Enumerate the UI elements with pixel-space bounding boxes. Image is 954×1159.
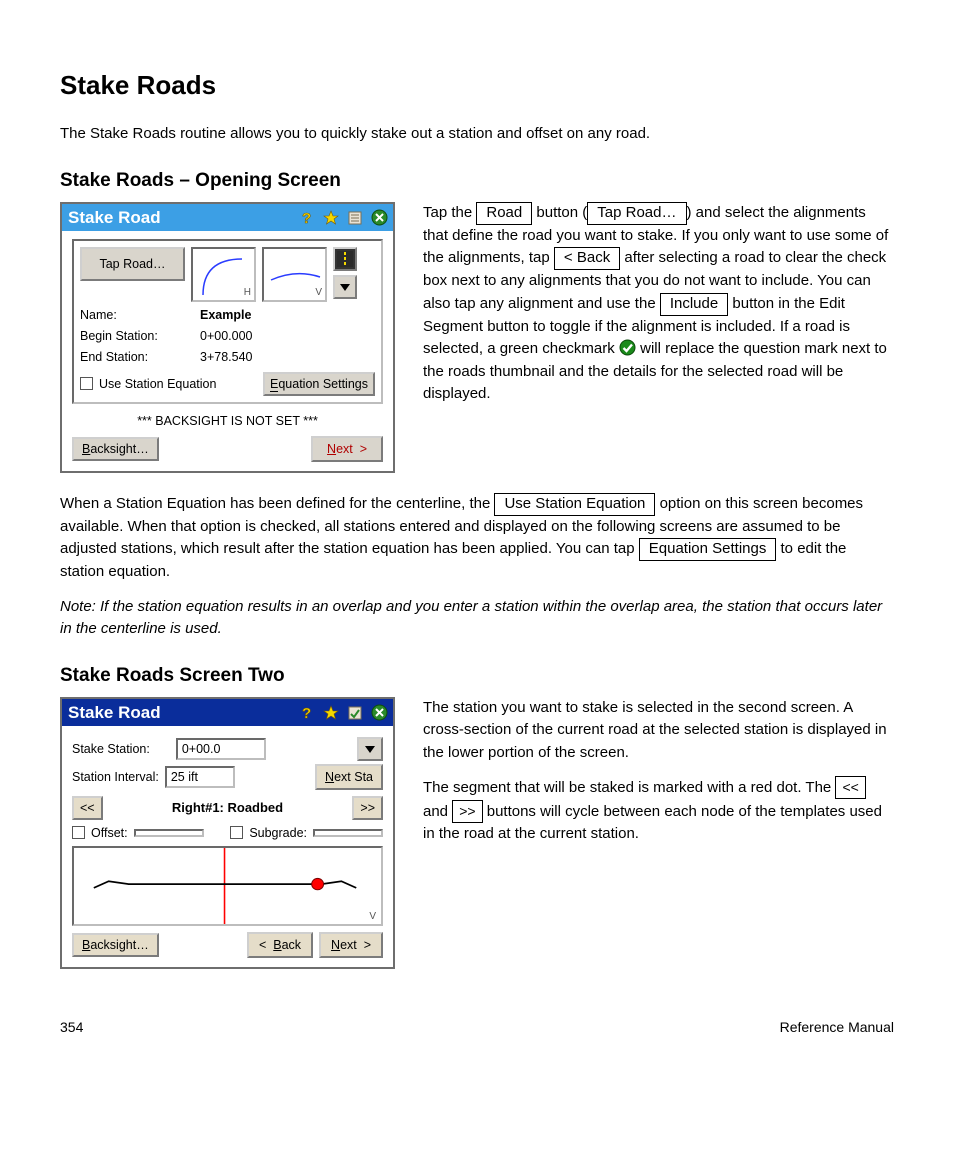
station-interval-label: Station Interval:: [72, 770, 159, 784]
backsight-button-2[interactable]: Backsight…: [72, 933, 159, 957]
back-button-ref: < Back: [554, 247, 620, 270]
cross-section-preview: V: [72, 846, 383, 926]
next-button-ref: >>: [452, 800, 482, 823]
stake-station-label: Stake Station:: [72, 742, 150, 756]
station-dropdown[interactable]: [357, 737, 383, 761]
favorite-icon[interactable]: [322, 209, 340, 227]
footer-label: Reference Manual: [780, 1019, 894, 1035]
screen2-para-a: The station you want to stake is selecte…: [423, 697, 894, 765]
stake-station-field[interactable]: 0+00.0: [176, 738, 266, 760]
segment-title: Right#1: Roadbed: [109, 800, 347, 815]
dialog2-titlebar: Stake Road ?: [62, 699, 393, 726]
v-preview: V: [262, 247, 327, 302]
subgrade-field[interactable]: [313, 829, 383, 837]
back-button[interactable]: < Back: [247, 932, 313, 958]
close-icon[interactable]: [370, 704, 388, 722]
next-segment-button[interactable]: >>: [352, 796, 383, 820]
equation-settings-button[interactable]: Equation Settings: [263, 372, 375, 396]
station-interval-field[interactable]: 25 ift: [165, 766, 235, 788]
equation-settings-ref: Equation Settings: [639, 538, 777, 561]
end-value: 3+78.540: [200, 350, 252, 364]
h-preview: H: [191, 247, 256, 302]
screen2-para-b: The segment that will be staked is marke…: [423, 776, 894, 846]
settings-icon[interactable]: [346, 704, 364, 722]
favorite-icon[interactable]: [322, 704, 340, 722]
svg-text:?: ?: [302, 210, 311, 226]
backsight-button[interactable]: Backsight…: [72, 437, 159, 461]
svg-text:?: ?: [302, 705, 311, 721]
next-button[interactable]: Next >: [311, 436, 383, 462]
subgrade-checkbox[interactable]: Subgrade:: [230, 826, 307, 840]
help-icon[interactable]: ?: [298, 209, 316, 227]
prev-segment-button[interactable]: <<: [72, 796, 103, 820]
tap-road-button[interactable]: Tap Road…: [80, 247, 185, 281]
road-summary-frame: Tap Road… H V: [72, 239, 383, 404]
offset-checkbox[interactable]: Offset:: [72, 826, 128, 840]
stake-road-dialog-1: Stake Road ? Tap Road… H: [60, 202, 395, 473]
dialog1-titlebar: Stake Road ?: [62, 204, 393, 231]
prev-button-ref: <<: [835, 776, 865, 799]
equation-para: When a Station Equation has been defined…: [60, 493, 894, 584]
help-icon[interactable]: ?: [298, 704, 316, 722]
road-button-ref: Road: [476, 202, 532, 225]
offset-field[interactable]: [134, 829, 204, 837]
stake-road-dialog-2: Stake Road ? Stake Station: 0+00.0 Stati…: [60, 697, 395, 969]
next-button-2[interactable]: Next >: [319, 932, 383, 958]
dialog1-title: Stake Road: [68, 208, 161, 228]
equation-note: Note: If the station equation results in…: [60, 596, 894, 641]
use-station-equation-ref: Use Station Equation: [494, 493, 655, 516]
backsight-warning: *** BACKSIGHT IS NOT SET ***: [72, 414, 383, 428]
page-number: 354: [60, 1019, 83, 1035]
begin-value: 0+00.000: [200, 329, 252, 343]
next-sta-button[interactable]: Next Sta: [315, 764, 383, 790]
screen1-heading: Stake Roads – Opening Screen: [60, 170, 894, 192]
end-label: End Station:: [80, 350, 200, 364]
section-heading: Stake Roads: [60, 70, 894, 101]
use-station-equation-checkbox[interactable]: Use Station Equation: [80, 377, 216, 391]
name-value: Example: [200, 308, 251, 322]
v-label: V: [369, 911, 376, 922]
dropdown-icon[interactable]: [333, 275, 357, 299]
screen2-heading: Stake Roads Screen Two: [60, 665, 894, 687]
dialog2-title: Stake Road: [68, 703, 161, 723]
road-icon[interactable]: [333, 247, 357, 271]
name-label: Name:: [80, 308, 200, 322]
close-icon[interactable]: [370, 209, 388, 227]
checkmark-icon: [619, 339, 636, 356]
tap-road-button-ref: Tap Road…: [587, 202, 686, 225]
screen1-para-a: Tap the Road button (Tap Road…) and sele…: [423, 202, 894, 406]
settings-icon[interactable]: [346, 209, 364, 227]
begin-label: Begin Station:: [80, 329, 200, 343]
intro-para: The Stake Roads routine allows you to qu…: [60, 123, 894, 146]
include-button-ref: Include: [660, 293, 728, 316]
